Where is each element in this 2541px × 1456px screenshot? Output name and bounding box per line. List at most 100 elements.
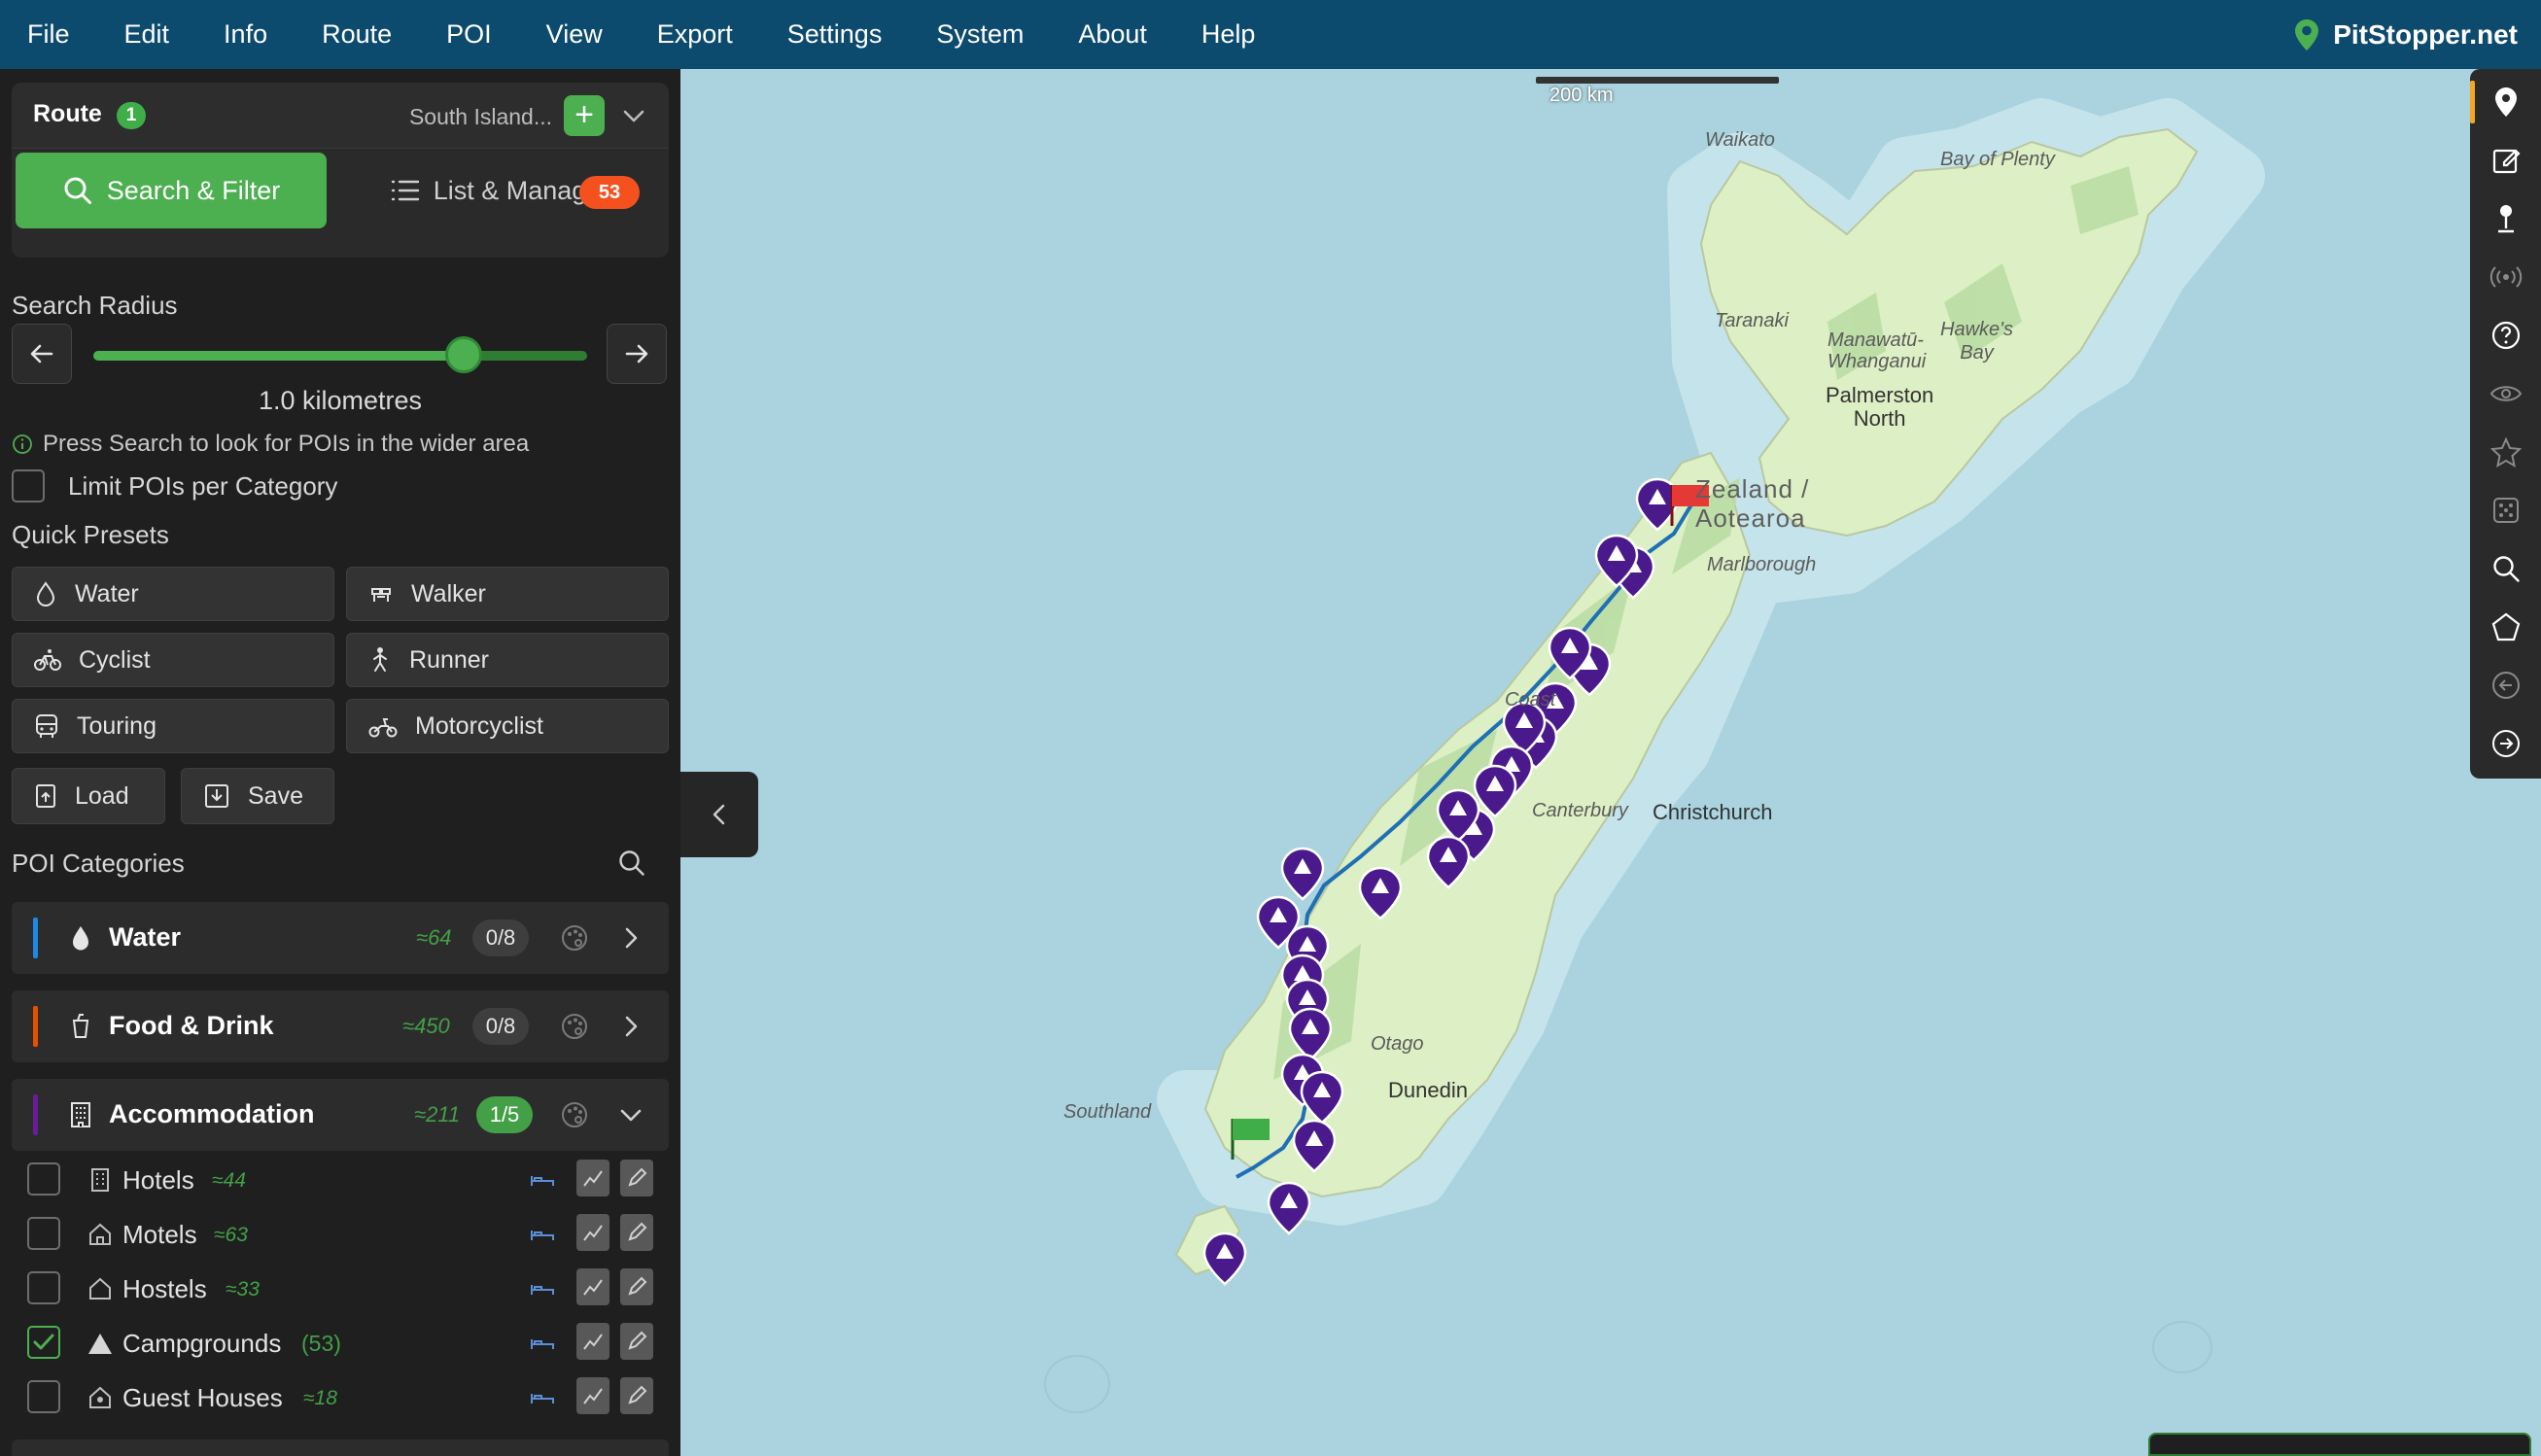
tool-help[interactable] [2470,306,2541,364]
category-accommodation-row[interactable]: Accommodation ≈211 1/5 [12,1079,669,1151]
bed-icon [531,1285,554,1295]
chevron-right-icon[interactable] [614,921,647,954]
tool-broadcast[interactable] [2470,248,2541,306]
next-category-row[interactable] [12,1439,669,1456]
route-name[interactable]: South Island... [409,104,552,130]
preset-motorcyclist-button[interactable]: Motorcyclist [346,699,669,753]
palette-icon[interactable] [560,923,589,953]
map-canvas[interactable] [680,69,2541,1456]
tool-back[interactable] [2470,656,2541,714]
add-route-button[interactable]: + [564,95,605,136]
tab-search-label: Search & Filter [106,175,281,205]
menu-about[interactable]: About [1051,0,1174,69]
subcategory-motels-row[interactable]: Motels ≈63 [27,1208,669,1259]
category-food-drink-row[interactable]: Food & Drink ≈450 0/8 [12,990,669,1062]
subcategory-hostels-row[interactable]: Hostels ≈33 [27,1263,669,1313]
limit-pois-checkbox[interactable] [12,469,45,503]
category-selected-pill: 0/8 [472,1008,529,1045]
load-preset-button[interactable]: Load [12,768,165,824]
chevron-right-icon[interactable] [614,1010,647,1043]
start-flag-icon[interactable] [1229,1115,1273,1161]
tool-pin[interactable] [2470,73,2541,131]
menu-file[interactable]: File [0,0,97,69]
radius-increase-button[interactable] [607,324,667,384]
preset-water-button[interactable]: Water [12,567,334,621]
tool-search[interactable] [2470,539,2541,598]
preset-walker-button[interactable]: Walker [346,567,669,621]
tool-forward[interactable] [2470,714,2541,773]
campground-marker[interactable] [1267,1181,1311,1235]
radius-decrease-button[interactable] [12,324,72,384]
radius-slider-thumb[interactable] [445,336,482,373]
subcategory-checkbox[interactable] [27,1271,60,1304]
map-view[interactable]: Waikato Bay of Plenty Taranaki Manawatū-… [680,69,2541,1456]
subcategory-checkbox[interactable] [27,1162,60,1196]
limit-pois-row[interactable]: Limit POIs per Category [12,469,337,503]
search-icon [2492,556,2520,582]
menu-view[interactable]: View [519,0,630,69]
chevron-down-icon[interactable] [614,1098,647,1131]
menu-route[interactable]: Route [295,0,419,69]
subcategory-hotels-row[interactable]: Hotels ≈44 [27,1154,669,1204]
campground-marker[interactable] [1292,1119,1337,1173]
region-label: Hawke's Bay [1940,319,2013,364]
water-drop-icon [73,926,88,951]
elevation-button[interactable] [576,1214,609,1251]
menu-help[interactable]: Help [1174,0,1283,69]
campground-marker[interactable] [1300,1070,1344,1125]
subcategory-checkbox[interactable] [27,1326,60,1359]
tool-random[interactable] [2470,481,2541,539]
collapse-sidebar-button[interactable] [680,772,758,857]
category-water-row[interactable]: Water ≈64 0/8 [12,902,669,974]
campground-marker[interactable] [1426,835,1471,889]
menu-settings[interactable]: Settings [760,0,910,69]
search-icon [64,177,91,204]
edit-button[interactable] [620,1268,653,1305]
menu-edit[interactable]: Edit [97,0,197,69]
subcategory-checkbox[interactable] [27,1380,60,1413]
elevation-button[interactable] [576,1268,609,1305]
tab-search-filter[interactable]: Search & Filter [16,153,327,228]
menu-info[interactable]: Info [196,0,295,69]
menu-export[interactable]: Export [630,0,760,69]
radius-slider-track[interactable] [93,351,587,361]
save-preset-button[interactable]: Save [181,768,334,824]
preset-touring-button[interactable]: Touring [12,699,334,753]
save-label: Save [248,781,303,810]
bottom-panel-edge[interactable] [2148,1433,2531,1456]
tool-polygon[interactable] [2470,598,2541,656]
campground-marker[interactable] [1594,534,1639,588]
edit-button[interactable] [620,1214,653,1251]
menu-poi[interactable]: POI [419,0,519,69]
campground-marker[interactable] [1280,847,1325,901]
preset-runner-button[interactable]: Runner [346,633,669,687]
elevation-button[interactable] [576,1160,609,1196]
brand[interactable]: PitStopper.net [2294,0,2518,69]
tool-marker[interactable] [2470,190,2541,248]
palette-icon[interactable] [560,1012,589,1041]
palette-icon[interactable] [560,1100,589,1129]
edit-button[interactable] [620,1160,653,1196]
subcategory-checkbox[interactable] [27,1217,60,1250]
edit-button[interactable] [620,1323,653,1360]
elevation-button[interactable] [576,1377,609,1414]
tool-visibility[interactable] [2470,364,2541,423]
cup-icon [72,1014,89,1038]
location-pin-icon [2295,18,2319,51]
chevron-down-icon[interactable] [616,98,651,133]
preset-cyclist-button[interactable]: Cyclist [12,633,334,687]
category-search-icon[interactable] [616,848,647,879]
campground-marker[interactable] [1548,626,1592,680]
edit-button[interactable] [620,1377,653,1414]
motorcycle-icon [368,718,398,738]
help-icon [2491,321,2520,350]
campground-marker[interactable] [1358,866,1403,920]
subcategory-guest-houses-row[interactable]: Guest Houses ≈18 [27,1371,669,1422]
menu-system[interactable]: System [909,0,1051,69]
elevation-button[interactable] [576,1323,609,1360]
tool-favorites[interactable] [2470,423,2541,481]
broadcast-icon [2489,266,2522,288]
campground-marker[interactable] [1202,1231,1247,1286]
subcategory-campgrounds-row[interactable]: Campgrounds (53) [27,1317,669,1368]
tool-edit[interactable] [2470,131,2541,190]
